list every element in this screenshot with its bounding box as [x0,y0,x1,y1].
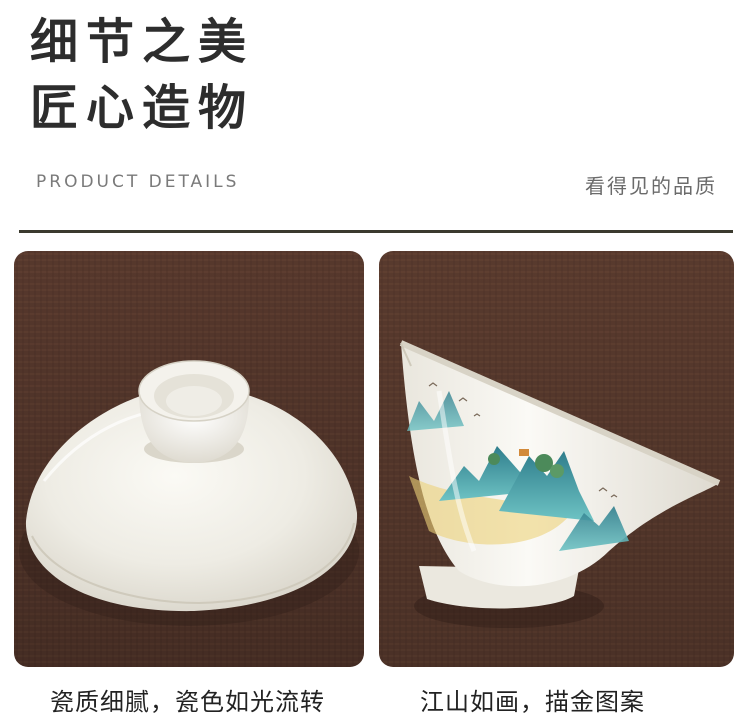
subtitle-chinese: 看得见的品质 [585,174,717,198]
cup-photo [379,251,734,667]
subtitle-english: PRODUCT DETAILS [36,172,240,192]
caption-lid: 瓷质细腻，瓷色如光流转 [50,688,325,716]
section-divider [19,230,733,233]
caption-cup: 江山如画，描金图案 [420,688,645,716]
lid-photo [14,251,364,667]
title-line-2: 匠心造物 [30,80,255,136]
title-line-1: 细节之美 [30,14,255,70]
